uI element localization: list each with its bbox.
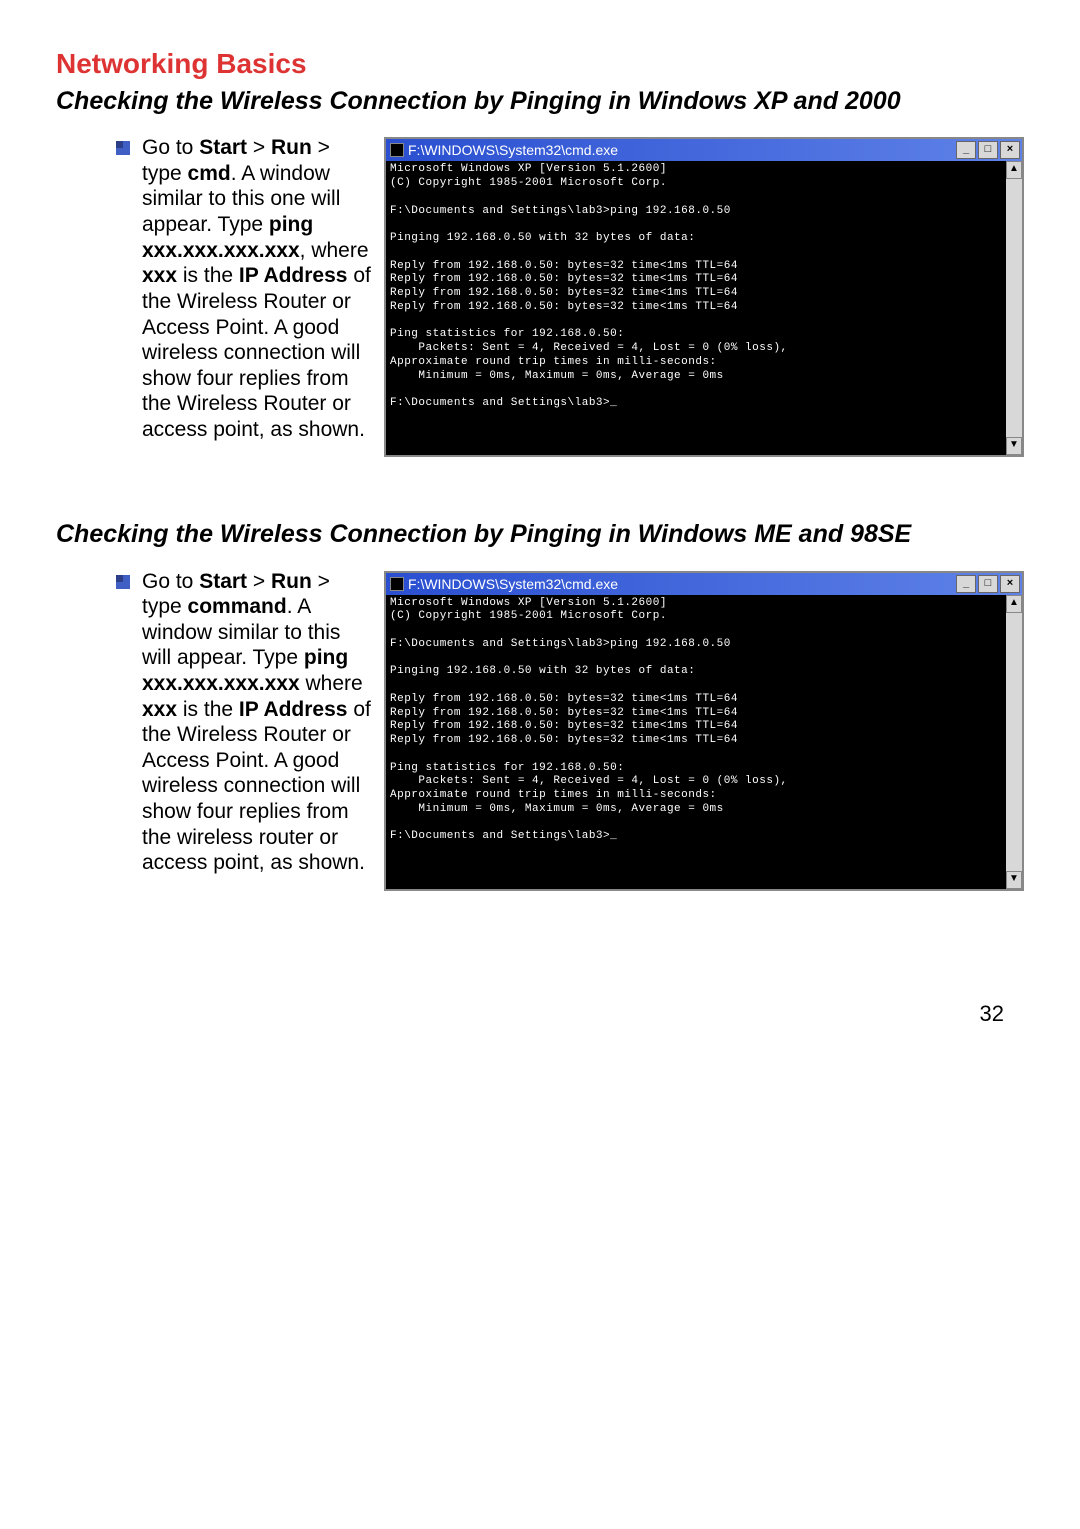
scroll-track[interactable]	[1006, 179, 1022, 437]
bold: IP Address	[239, 698, 348, 721]
step-row-2: Go to Start > Run > type command. A wind…	[116, 569, 1024, 891]
scroll-down-icon[interactable]: ▼	[1006, 871, 1022, 889]
terminal-output: Microsoft Windows XP [Version 5.1.2600] …	[386, 595, 1006, 889]
text: of the Wireless Router or Access Point. …	[142, 264, 371, 441]
bold: IP Address	[239, 264, 348, 287]
close-button[interactable]: ×	[1000, 575, 1020, 593]
titlebar: F:\WINDOWS\System32\cmd.exe _ □ ×	[386, 573, 1022, 595]
minimize-button[interactable]: _	[956, 575, 976, 593]
scroll-up-icon[interactable]: ▲	[1006, 595, 1022, 613]
bold: cmd	[188, 162, 231, 185]
text: where	[300, 672, 363, 695]
text: is the	[177, 264, 239, 287]
bold: Run	[271, 570, 312, 593]
text: >	[247, 136, 271, 159]
scrollbar[interactable]: ▲ ▼	[1006, 595, 1022, 889]
bullet-icon	[116, 575, 130, 589]
step-1-text: Go to Start > Run > type cmd. A window s…	[142, 135, 372, 442]
step-2-text: Go to Start > Run > type command. A wind…	[142, 569, 372, 876]
maximize-button[interactable]: □	[978, 575, 998, 593]
window-title: F:\WINDOWS\System32\cmd.exe	[408, 142, 618, 158]
text: >	[247, 570, 271, 593]
scroll-track[interactable]	[1006, 613, 1022, 871]
terminal-output: Microsoft Windows XP [Version 5.1.2600] …	[386, 161, 1006, 455]
bold: xxx	[142, 698, 177, 721]
text: Go to	[142, 136, 199, 159]
text: is the	[177, 698, 239, 721]
app-icon	[390, 577, 404, 591]
close-button[interactable]: ×	[1000, 141, 1020, 159]
bold: xxx	[142, 264, 177, 287]
bullet-icon	[116, 141, 130, 155]
window-title: F:\WINDOWS\System32\cmd.exe	[408, 576, 618, 592]
subsection-heading-2: Checking the Wireless Connection by Ping…	[56, 519, 1024, 550]
cmd-window-2: F:\WINDOWS\System32\cmd.exe _ □ × Micros…	[384, 571, 1024, 891]
text: of the Wireless Router or Access Point. …	[142, 698, 371, 875]
step-row-1: Go to Start > Run > type cmd. A window s…	[116, 135, 1024, 457]
scrollbar[interactable]: ▲ ▼	[1006, 161, 1022, 455]
bold: command	[188, 595, 287, 618]
bold: Start	[199, 136, 247, 159]
maximize-button[interactable]: □	[978, 141, 998, 159]
section-heading: Networking Basics	[56, 48, 1024, 80]
bold: Start	[199, 570, 247, 593]
scroll-down-icon[interactable]: ▼	[1006, 437, 1022, 455]
text: Go to	[142, 570, 199, 593]
app-icon	[390, 143, 404, 157]
scroll-up-icon[interactable]: ▲	[1006, 161, 1022, 179]
page-number: 32	[56, 1001, 1024, 1027]
minimize-button[interactable]: _	[956, 141, 976, 159]
subsection-heading-1: Checking the Wireless Connection by Ping…	[56, 86, 1024, 117]
titlebar: F:\WINDOWS\System32\cmd.exe _ □ ×	[386, 139, 1022, 161]
cmd-window-1: F:\WINDOWS\System32\cmd.exe _ □ × Micros…	[384, 137, 1024, 457]
text: , where	[300, 239, 369, 262]
bold: Run	[271, 136, 312, 159]
